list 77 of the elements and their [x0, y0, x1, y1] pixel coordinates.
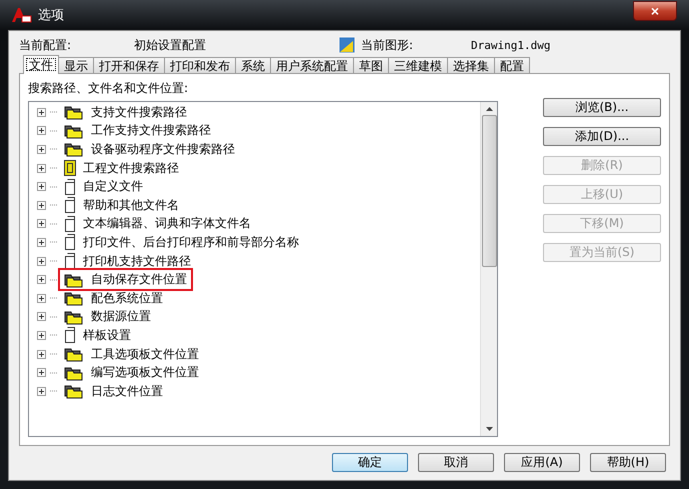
expand-icon[interactable] — [37, 294, 46, 303]
dialog-button[interactable]: 确定 — [332, 453, 408, 472]
scroll-up-icon[interactable] — [484, 105, 494, 113]
tree-item[interactable]: 自动保存文件位置 — [58, 268, 193, 292]
window-title: 选项 — [38, 7, 65, 24]
tree-connector — [50, 167, 58, 170]
tree-connector — [50, 334, 58, 336]
tab[interactable]: 系统 — [235, 57, 271, 74]
book-icon — [64, 160, 76, 176]
folder-stack-icon — [64, 308, 84, 325]
tab[interactable]: 打开和保存 — [93, 57, 165, 74]
expand-icon[interactable] — [37, 182, 46, 192]
tree-connector — [50, 278, 58, 281]
tab[interactable]: 草图 — [353, 57, 389, 74]
tree-connector — [50, 372, 58, 374]
dialog-button[interactable]: 取消 — [418, 453, 494, 472]
expand-icon[interactable] — [37, 200, 46, 210]
tab[interactable]: 显示 — [58, 57, 94, 74]
document-icon — [64, 327, 76, 344]
list-label: 搜索路径、文件名和文件位置: — [28, 80, 190, 97]
app-logo-icon — [10, 7, 32, 23]
folder-stack-icon — [64, 122, 84, 139]
expand-icon[interactable] — [37, 164, 46, 173]
document-icon — [64, 197, 76, 214]
tab[interactable]: 打印和发布 — [164, 57, 236, 74]
expand-icon[interactable] — [37, 330, 46, 340]
tab[interactable]: 配置 — [494, 57, 530, 74]
document-icon — [64, 178, 76, 195]
expand-icon[interactable] — [37, 144, 46, 154]
drawing-label: 当前图形: — [361, 36, 414, 54]
close-button[interactable]: × — [633, 1, 677, 21]
scroll-down-icon[interactable] — [484, 425, 494, 433]
tab[interactable]: 选择集 — [447, 57, 495, 74]
folder-stack-icon — [64, 364, 84, 381]
folder-stack-icon — [64, 141, 84, 158]
tab[interactable]: 文件 — [23, 55, 59, 74]
tab[interactable]: 用户系统配置 — [270, 57, 354, 74]
expand-icon[interactable] — [37, 238, 46, 247]
tree-connector — [50, 130, 58, 132]
document-icon — [64, 216, 76, 232]
folder-stack-icon — [64, 272, 84, 288]
expand-icon[interactable] — [37, 350, 46, 359]
tree-connector — [50, 390, 58, 392]
document-icon — [64, 234, 76, 250]
tree-connector — [50, 222, 58, 225]
expand-icon[interactable] — [37, 256, 46, 266]
expand-icon[interactable] — [37, 312, 46, 322]
tree-connector — [50, 260, 58, 262]
drawing-icon — [339, 37, 355, 53]
action-button[interactable]: 浏览(B)... — [543, 98, 661, 117]
expand-icon[interactable] — [37, 368, 46, 378]
tree-connector — [50, 241, 58, 244]
dialog-button[interactable]: 帮助(H) — [590, 453, 666, 472]
tree-connector — [50, 297, 58, 300]
document-icon — [64, 253, 76, 270]
folder-stack-icon — [64, 346, 84, 362]
profile-label: 当前配置: — [19, 36, 72, 54]
tree-connector — [50, 353, 58, 356]
expand-icon[interactable] — [37, 275, 46, 284]
folder-stack-icon — [64, 383, 84, 400]
expand-icon[interactable] — [37, 219, 46, 228]
tab[interactable]: 三维建模 — [388, 57, 448, 74]
tree-connector — [50, 148, 58, 150]
expand-icon[interactable] — [37, 108, 46, 117]
tree-connector — [50, 316, 58, 318]
tree-connector — [50, 111, 58, 114]
tree-connector — [50, 204, 58, 206]
expand-icon[interactable] — [37, 126, 46, 136]
expand-icon[interactable] — [37, 386, 46, 396]
folder-stack-icon — [64, 290, 84, 306]
action-button[interactable]: 添加(D)... — [543, 127, 661, 146]
tree-connector — [50, 186, 58, 188]
drawing-value: Drawing1.dwg — [471, 38, 550, 52]
profile-value: 初始设置配置 — [134, 36, 207, 54]
scrollbar[interactable] — [480, 102, 497, 436]
dialog-button[interactable]: 应用(A) — [504, 453, 580, 472]
folder-stack-icon — [64, 104, 84, 120]
